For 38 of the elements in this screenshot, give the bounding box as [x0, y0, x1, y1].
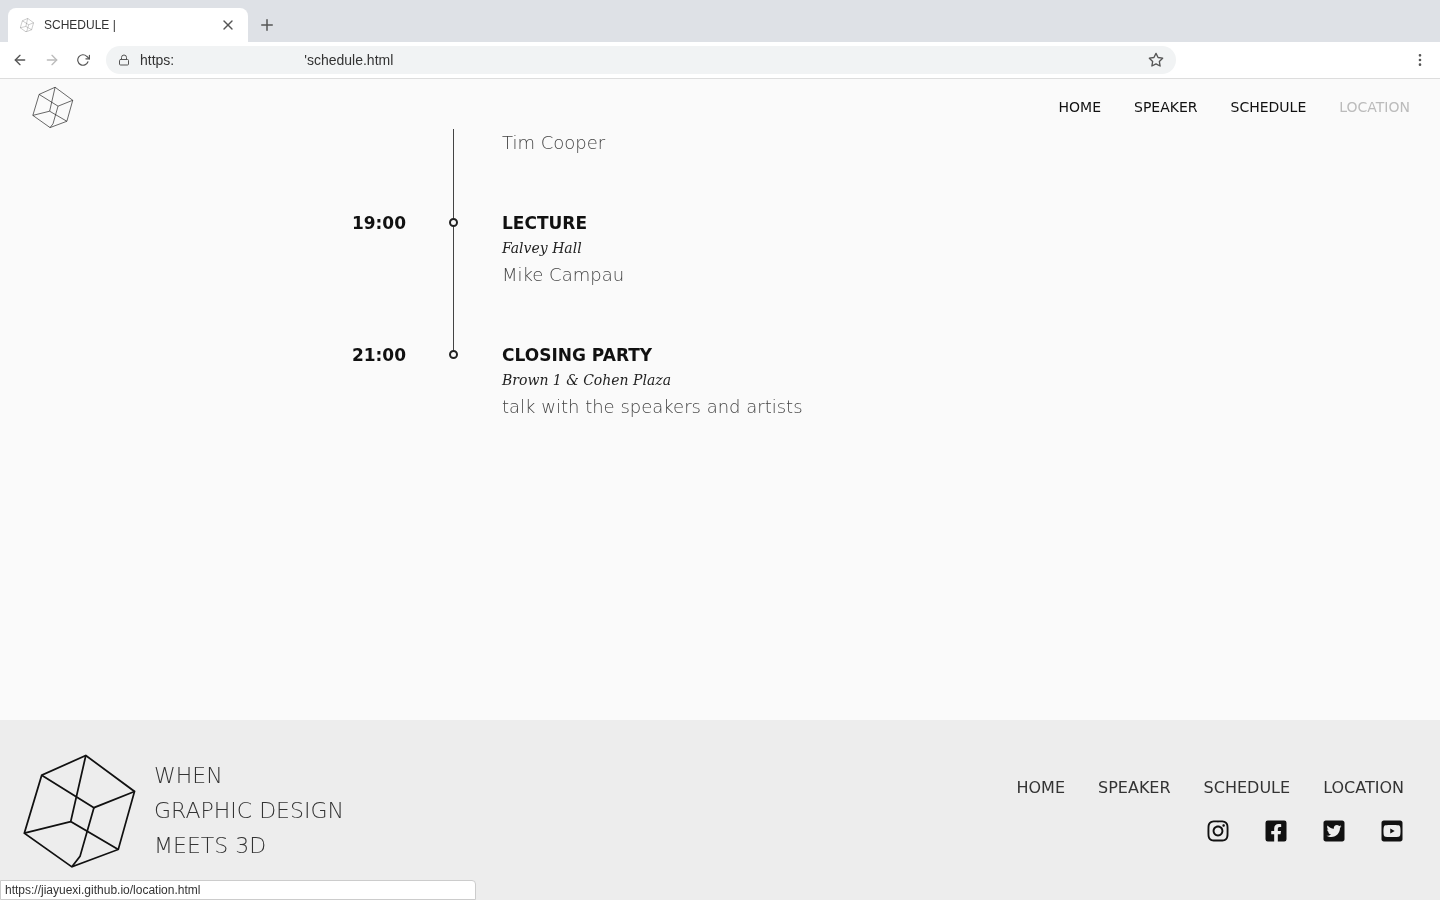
event-venue: Falvey Hall	[502, 239, 583, 258]
url-scheme: https:	[140, 52, 175, 68]
youtube-icon[interactable]	[1380, 819, 1404, 843]
event-venue: Brown 1 & Cohen Plaza	[502, 371, 672, 390]
time-label: 19:00	[350, 212, 406, 235]
nav-link[interactable]: SCHEDULE	[1230, 99, 1307, 115]
time-label: 21:00	[350, 344, 406, 367]
new-tab-icon[interactable]	[258, 16, 276, 34]
instagram-icon[interactable]	[1206, 819, 1230, 843]
facebook-icon[interactable]	[1264, 819, 1288, 843]
lock-icon	[118, 54, 130, 66]
nav-link[interactable]: SPEAKER	[1134, 99, 1198, 115]
twitter-icon[interactable]	[1322, 819, 1346, 843]
footer-nav-link[interactable]: SCHEDULE	[1203, 778, 1291, 797]
event-speaker: Tim Cooper	[502, 131, 607, 155]
status-url: https://jiayuexi.github.io/location.html	[0, 880, 476, 900]
tagline-text: GRAPHIC DESIGN	[154, 797, 344, 823]
browser-tab[interactable]: SCHEDULE |	[8, 8, 248, 42]
nav-link[interactable]: HOME	[1058, 99, 1101, 115]
event-title: CLOSING PARTY	[502, 344, 654, 367]
footer-nav-link[interactable]: LOCATION	[1323, 778, 1404, 797]
star-icon[interactable]	[1148, 52, 1164, 68]
tab-title: SCHEDULE |	[44, 18, 117, 32]
event-speaker: talk with the speakers and artists	[502, 395, 804, 419]
cube-logo-drawing	[32, 86, 74, 128]
timeline-dot	[449, 218, 458, 227]
timeline-dot	[449, 350, 458, 359]
event-speaker: Mike Campau	[502, 263, 626, 287]
back-icon[interactable]	[12, 52, 28, 68]
tagline-text: MEETS 3D	[154, 832, 268, 858]
event-title: LECTURE	[502, 212, 589, 235]
cube-favicon-icon	[20, 18, 34, 32]
footer-nav-link[interactable]: HOME	[1016, 778, 1065, 797]
tagline-text: WHEN	[154, 762, 224, 788]
footer-nav-link[interactable]: SPEAKER	[1098, 778, 1171, 797]
address-bar[interactable]: https: 'schedule.html	[106, 46, 1176, 74]
url-path: 'schedule.html	[304, 52, 395, 68]
reload-icon[interactable]	[76, 53, 90, 67]
